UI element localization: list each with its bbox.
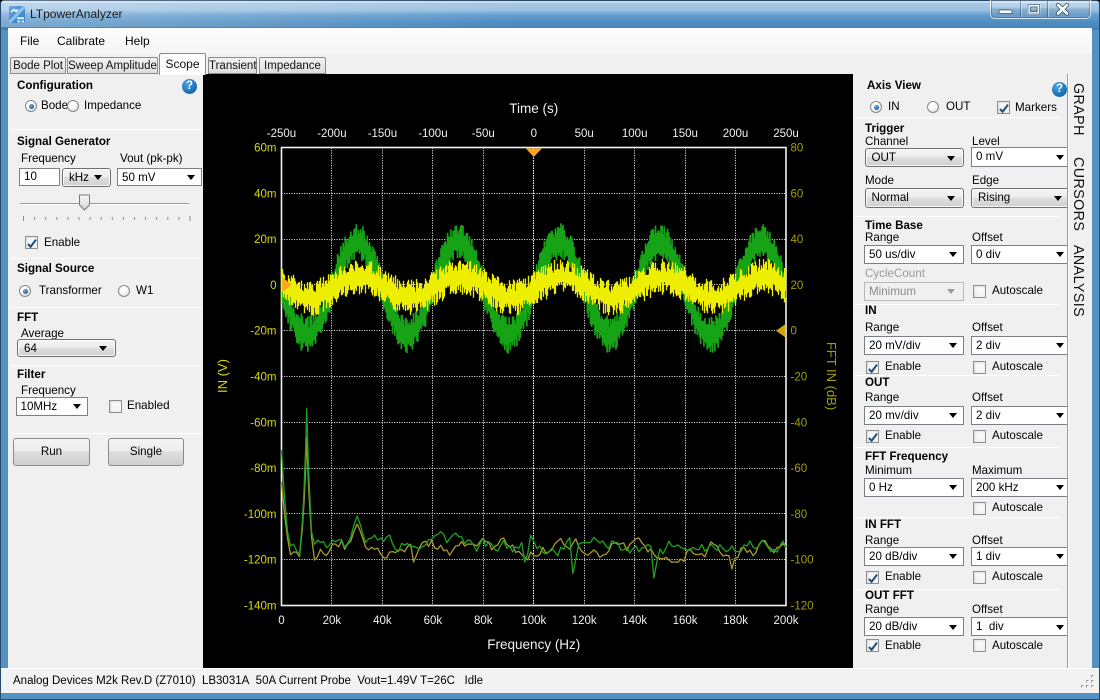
svg-text:-40m: -40m (250, 372, 276, 384)
svg-text:20k: 20k (323, 615, 342, 627)
svg-text:80k: 80k (474, 615, 493, 627)
svg-text:-100u: -100u (418, 128, 447, 140)
svg-text:100k: 100k (521, 615, 546, 627)
svg-text:-20m: -20m (250, 326, 276, 338)
svg-text:0: 0 (791, 326, 797, 338)
svg-text:40: 40 (791, 234, 804, 246)
svg-text:-80m: -80m (250, 463, 276, 475)
svg-text:100u: 100u (622, 128, 648, 140)
svg-text:0: 0 (270, 280, 276, 292)
svg-text:160k: 160k (673, 615, 698, 627)
svg-text:-120: -120 (791, 601, 814, 613)
svg-text:-60: -60 (791, 463, 808, 475)
svg-text:-40: -40 (791, 417, 808, 429)
svg-text:180k: 180k (723, 615, 748, 627)
svg-text:-200u: -200u (317, 128, 346, 140)
svg-text:-120m: -120m (244, 555, 277, 567)
svg-text:-50u: -50u (472, 128, 495, 140)
svg-text:140k: 140k (622, 615, 647, 627)
svg-text:0: 0 (278, 615, 284, 627)
svg-text:FFT IN (dB): FFT IN (dB) (824, 342, 839, 410)
svg-text:200k: 200k (774, 615, 799, 627)
svg-text:40m: 40m (254, 188, 276, 200)
svg-text:-150u: -150u (368, 128, 397, 140)
svg-text:40k: 40k (373, 615, 392, 627)
svg-text:20: 20 (791, 280, 804, 292)
svg-text:-100m: -100m (244, 509, 277, 521)
svg-text:200u: 200u (723, 128, 749, 140)
svg-text:60m: 60m (254, 143, 276, 155)
svg-text:-80: -80 (791, 509, 808, 521)
svg-text:150u: 150u (672, 128, 698, 140)
svg-text:50u: 50u (575, 128, 594, 140)
svg-text:-60m: -60m (250, 417, 276, 429)
svg-text:-250u: -250u (267, 128, 296, 140)
svg-text:20m: 20m (254, 234, 276, 246)
svg-text:-140m: -140m (244, 601, 277, 613)
svg-text:-20: -20 (791, 372, 808, 384)
svg-text:60k: 60k (424, 615, 443, 627)
svg-text:250u: 250u (773, 128, 799, 140)
svg-text:0: 0 (531, 128, 537, 140)
svg-text:80: 80 (791, 143, 804, 155)
svg-text:60: 60 (791, 188, 804, 200)
svg-text:120k: 120k (572, 615, 597, 627)
svg-text:-100: -100 (791, 555, 814, 567)
svg-text:IN (V): IN (V) (215, 359, 230, 393)
svg-text:Time (s): Time (s) (509, 101, 558, 116)
svg-text:Frequency (Hz): Frequency (Hz) (487, 637, 580, 652)
